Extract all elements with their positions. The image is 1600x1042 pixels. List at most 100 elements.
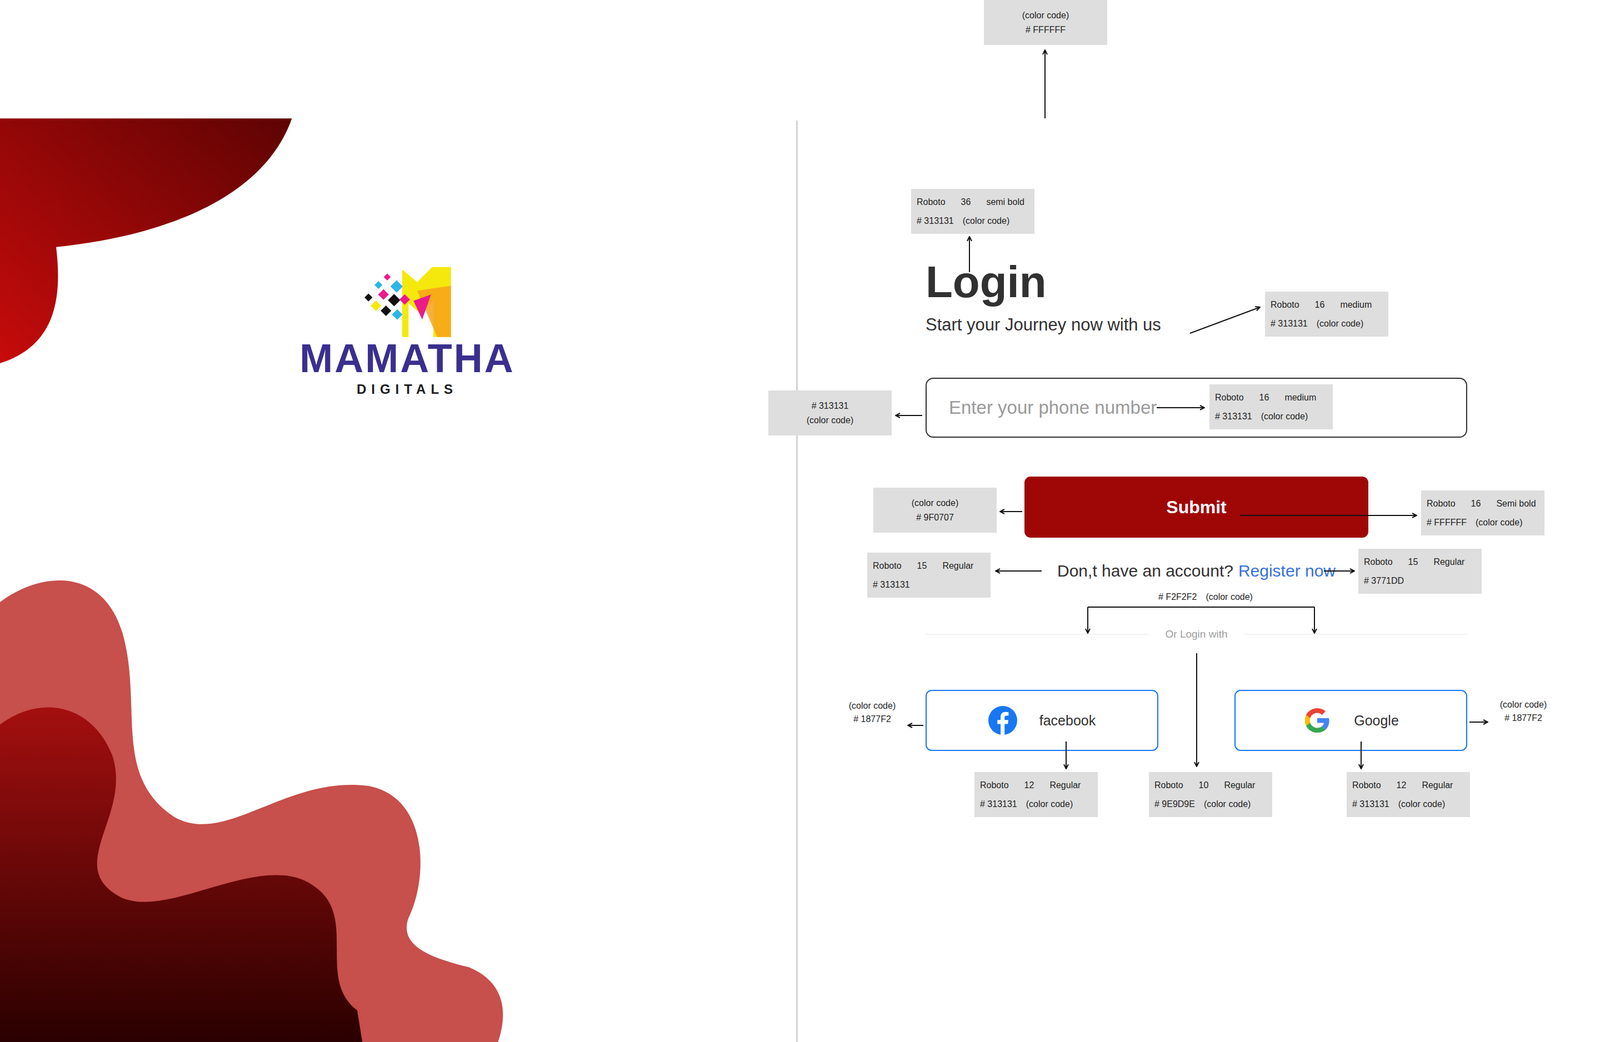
annotation-text: Regular <box>1223 780 1255 791</box>
annotation-text: (color code) <box>1261 411 1308 422</box>
annotation-text: Roboto <box>916 197 946 208</box>
spec-annotation: Roboto 16 Semi bold # FFFFFF (color code) <box>1421 490 1545 536</box>
social-login-button[interactable]: facebook <box>925 690 1159 752</box>
divider: Or Login with <box>925 624 1468 645</box>
annotation-line: Roboto 16 Semi bold <box>1426 498 1539 509</box>
spec-annotation: Roboto12Regular # 313131 (color code) <box>974 772 1098 818</box>
annotation-line: (color code) <box>806 415 854 426</box>
annotation-line: Roboto10Regular <box>1154 780 1267 791</box>
annotation-text: (color code) <box>1205 592 1253 603</box>
spec-annotation: Roboto16medium# 313131(color code) <box>1209 384 1333 430</box>
google-icon <box>1302 706 1332 735</box>
phone-input[interactable] <box>925 377 1468 438</box>
annotation-text: 12 <box>1396 780 1407 791</box>
annotation-line: (color code) <box>1500 700 1547 710</box>
social-login-button[interactable]: Google <box>1234 690 1468 752</box>
annotation-text: (color code) <box>1022 10 1069 21</box>
annotation-line: Roboto 12 Regular <box>1352 780 1465 791</box>
annotation-line: # 313131 (color code) <box>1215 411 1328 422</box>
annotation-arrows-icon <box>0 0 1600 1042</box>
pixel-m-icon <box>357 263 458 339</box>
annotation-text: Regular <box>942 561 974 572</box>
spec-annotation: Roboto10Regular # 9E9D9E(color code) <box>1148 772 1273 818</box>
design-spec: MAMATHA DIGITALS Login Start your Journe… <box>0 0 1600 1042</box>
annotation-text: Regular <box>1421 780 1453 791</box>
spec-annotation: (color code) # 9F0707 <box>873 487 997 533</box>
register-prompt: Don,t have an account? <box>1057 560 1234 583</box>
annotation-line: # 1877F2 <box>853 714 892 725</box>
annotation-text: Regular <box>1049 780 1081 791</box>
spec-annotation: # 313131 (color code) <box>768 390 892 436</box>
annotation-line: # 1877F2 <box>1504 713 1543 724</box>
annotation-text: # 3771DD <box>1363 576 1404 587</box>
annotation-text: 36 <box>961 197 972 208</box>
social-row: facebook Google <box>925 690 1468 752</box>
annotation-text: # 313131 <box>1270 318 1308 329</box>
register-link[interactable]: Register now <box>1238 560 1336 583</box>
annotation-text: (color code) <box>962 216 1010 227</box>
annotation-text: (color code) <box>848 701 896 712</box>
brand-name: MAMATHA <box>299 338 515 379</box>
annotation-text: medium <box>1340 300 1372 310</box>
annotation-text: Roboto <box>1270 300 1300 310</box>
annotation-line: # 9F0707 <box>916 512 954 523</box>
annotation-line: # 9E9D9E(color code) <box>1154 799 1267 810</box>
annotation-line: # 313131 <box>872 580 985 590</box>
social-label: facebook <box>1039 712 1096 729</box>
spec-annotation: Roboto12Regular# 313131(color code) <box>1346 772 1470 818</box>
annotation-text: Roboto <box>1363 557 1393 568</box>
annotation-line: Roboto16medium <box>1270 300 1383 310</box>
annotation-text: # 313131 <box>872 580 910 590</box>
annotation-text: # FFFFFF <box>1025 25 1066 35</box>
annotation-text: 16 <box>1471 498 1482 509</box>
brand-panel: MAMATHA DIGITALS <box>0 0 797 1042</box>
annotation-text: 15 <box>1408 557 1419 568</box>
annotation-text: (color code) <box>806 415 854 426</box>
spec-annotation: Roboto16medium # 313131(color code) <box>1265 291 1389 337</box>
annotation-text: (color code) <box>911 498 959 509</box>
annotation-text: (color code) <box>1475 517 1523 528</box>
annotation-text: # FFFFFF <box>1426 517 1467 528</box>
spec-annotation: Roboto36semi bold# 313131(color code) <box>911 188 1035 234</box>
annotation-line: Roboto12Regular <box>980 780 1093 791</box>
annotation-text: # 313131 <box>980 799 1018 810</box>
annotation-line: # F2F2F2(color code) <box>1158 592 1253 603</box>
facebook-icon <box>988 706 1018 735</box>
divider-text: Or Login with <box>1165 628 1228 641</box>
annotation-text: (color code) <box>1500 700 1547 710</box>
annotation-line: # 3771DD <box>1363 576 1477 587</box>
annotation-text: Roboto <box>1215 392 1244 403</box>
annotation-line: (color code) <box>1022 10 1069 21</box>
spec-annotation: (color code) # 1877F2 <box>1491 700 1556 724</box>
annotation-line: (color code) <box>848 701 896 712</box>
spec-annotation: Roboto 15 Regular # 3771DD <box>1358 548 1482 594</box>
annotation-text: Roboto <box>1352 780 1382 791</box>
annotation-line: # FFFFFF <box>1025 25 1066 35</box>
annotation-text: 16 <box>1259 392 1270 403</box>
spec-annotation: # F2F2F2(color code) <box>1138 592 1273 603</box>
annotation-text: Roboto <box>1154 780 1184 791</box>
annotation-text: Roboto <box>872 561 902 572</box>
annotation-line: Roboto15Regular <box>872 561 985 572</box>
annotation-text: (color code) <box>1026 799 1073 810</box>
annotation-text: Roboto <box>1426 498 1456 509</box>
annotation-text: Regular <box>1433 557 1465 568</box>
annotation-text: # 1877F2 <box>853 714 892 725</box>
annotation-line: # 313131 (color code) <box>980 799 1093 810</box>
annotation-line: # 313131 <box>811 401 849 412</box>
spec-annotation: (color code) # FFFFFF <box>983 0 1108 45</box>
annotation-text: # 313131 <box>1215 411 1253 422</box>
annotation-text: # 1877F2 <box>1504 713 1543 724</box>
annotation-text: # 313131 <box>811 401 849 412</box>
annotation-text: # 313131 <box>1352 799 1390 810</box>
annotation-line: (color code) <box>911 498 959 509</box>
decorative-blobs-icon <box>0 0 797 1042</box>
spec-annotation: (color code) # 1877F2 <box>840 701 905 725</box>
annotation-line: # 313131(color code) <box>1270 318 1383 329</box>
annotation-text: (color code) <box>1203 799 1251 810</box>
submit-button[interactable]: Submit <box>1024 476 1369 538</box>
divider-line <box>1243 633 1468 635</box>
annotation-text: Semi bold <box>1496 498 1536 509</box>
social-label: Google <box>1353 712 1399 729</box>
annotation-line: # FFFFFF (color code) <box>1426 517 1539 528</box>
